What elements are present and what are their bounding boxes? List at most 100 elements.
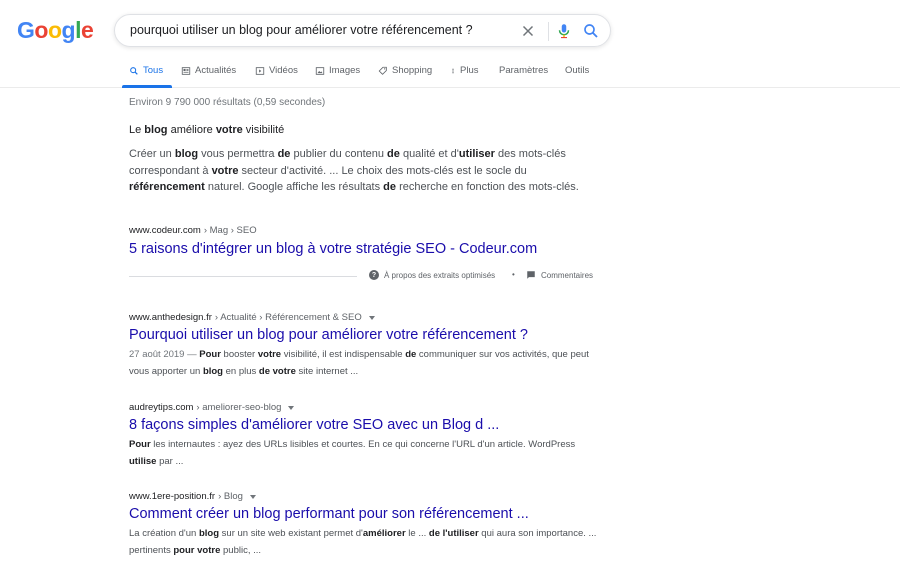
result-cite: www.1ere-position.fr › Blog [129,491,599,502]
tab-settings[interactable]: Paramètres [499,65,548,76]
text-span: le ... [405,528,429,539]
bold-term: de l'utiliser [428,528,479,539]
tab-videos[interactable]: Vidéos [255,65,298,76]
tab-tools[interactable]: Outils [565,65,589,76]
text-span: booster [220,349,258,360]
video-icon [255,66,265,75]
logo-letter: g [61,17,76,43]
microphone-icon[interactable] [555,22,573,40]
text-span: visibilité [242,124,285,136]
feedback-icon [527,271,535,279]
bold-term: votre [211,164,239,177]
bold-term: de [387,148,400,160]
result-title-link[interactable]: Pourquoi utiliser un blog pour améliorer… [129,327,599,343]
logo-letter: e [80,17,94,43]
result-title-link[interactable]: 8 façons simples d'améliorer votre SEO a… [129,417,599,433]
bold-term: votre [257,349,282,360]
text-span: vous permettra [198,148,278,160]
text-span: secteur d'activité. ... Le choix des mot… [238,164,527,177]
active-tab-indicator [122,85,172,88]
separator-dot: • [512,270,515,279]
text-span: Le [129,124,145,136]
result-title-link[interactable]: Comment créer un blog performant pour so… [129,506,599,522]
cite-domain: www.anthedesign.fr [129,312,212,323]
clear-icon[interactable] [519,22,537,40]
result-description: Pour les internautes : ayez des URLs lis… [129,437,599,470]
text-span: visibilité, il est indispensable [281,349,406,360]
logo-letter: o [47,17,62,43]
tag-icon [378,66,387,75]
about-featured-snippets-link[interactable]: ? À propos des extraits optimisés [369,270,495,280]
text-span: La création d'un [129,528,199,539]
search-box [114,14,611,47]
cite-path: › Mag › SEO [203,225,257,236]
bold-term: utiliser [458,148,495,160]
search-input[interactable] [130,23,510,37]
cite-domain: www.codeur.com [129,225,201,236]
bold-term: améliorer [362,528,406,539]
image-icon [315,66,325,75]
search-icon[interactable] [582,22,600,40]
featured-cite: www.codeur.com › Mag › SEO [129,225,257,236]
text-span: par ... [156,455,184,467]
help-icon: ? [369,270,379,280]
tab-all[interactable]: Tous [129,65,163,76]
text-span: qualité et d' [399,148,459,160]
bold-term: de [383,181,397,193]
search-divider [548,22,549,41]
bold-term: de [277,148,291,160]
chevron-down-icon[interactable] [368,315,375,320]
tab-images[interactable]: Images [315,65,360,76]
cite-path: › Blog [218,491,243,502]
tab-label: Plus [460,65,479,76]
bold-term: blog [174,148,199,160]
result-date: 27 août 2019 — [129,349,200,360]
text-span: public, ... [220,544,262,556]
bold-term: blog [202,365,223,377]
result-cite: www.anthedesign.fr › Actualité › Référen… [129,312,599,323]
comments-label: Commentaires [541,270,594,280]
tab-label: Actualités [195,65,237,76]
text-span: en plus [223,365,259,377]
bold-term: Pour [129,439,151,450]
bold-term: référencement [129,181,205,193]
feedback-link[interactable]: Commentaires [526,270,593,280]
text-span: Créer un [129,148,175,160]
bold-term: votre [215,124,243,136]
bold-term: pour votre [173,544,221,556]
text-span: site internet ... [295,365,359,377]
tab-label: Tous [143,65,164,76]
tab-shopping[interactable]: Shopping [378,65,432,76]
cite-domain: www.1ere-position.fr [129,491,216,502]
tab-label: Vidéos [269,65,298,76]
text-span: naturel. Google affiche les résultats [204,181,384,193]
result-description: La création d'un blog sur un site web ex… [129,526,599,559]
tab-news[interactable]: Actualités [181,65,236,76]
tab-more[interactable]: Plus [450,65,478,76]
tab-label: Images [329,65,361,76]
result-description: 27 août 2019 — Pour booster votre visibi… [129,347,599,380]
cite-domain: audreytips.com [129,402,194,413]
google-logo[interactable]: Google [17,17,94,44]
search-icon [130,66,138,75]
featured-result-link[interactable]: 5 raisons d'intégrer un blog à votre str… [129,241,537,257]
text-span: les internautes : ayez des URLs lisibles… [150,439,576,450]
chevron-down-icon[interactable] [249,494,256,499]
tab-label: Outils [565,65,590,76]
featured-snippet-text: Créer un blog vous permettra de publier … [129,146,599,196]
search-result: www.anthedesign.fr › Actualité › Référen… [129,312,599,380]
about-label: À propos des extraits optimisés [384,270,496,280]
logo-letter: G [17,17,35,43]
text-span: améliore [167,124,216,136]
search-tabs: Tous Actualités Vidéos Images Shopping P… [0,56,900,88]
cite-path: › Actualité › Référencement & SEO [214,312,362,323]
featured-snippet-title: Le blog améliore votre visibilité [129,124,284,136]
text-span: recherche en fonction des mots-clés. [396,181,579,193]
bold-term: Pour [199,349,221,360]
chevron-down-icon[interactable] [288,405,295,410]
tab-label: Shopping [392,65,433,76]
cite-path: › ameliorer-seo-blog [196,402,282,413]
bold-term: de [405,349,417,360]
bold-term: blog [144,124,168,136]
bold-term: blog [198,528,220,539]
